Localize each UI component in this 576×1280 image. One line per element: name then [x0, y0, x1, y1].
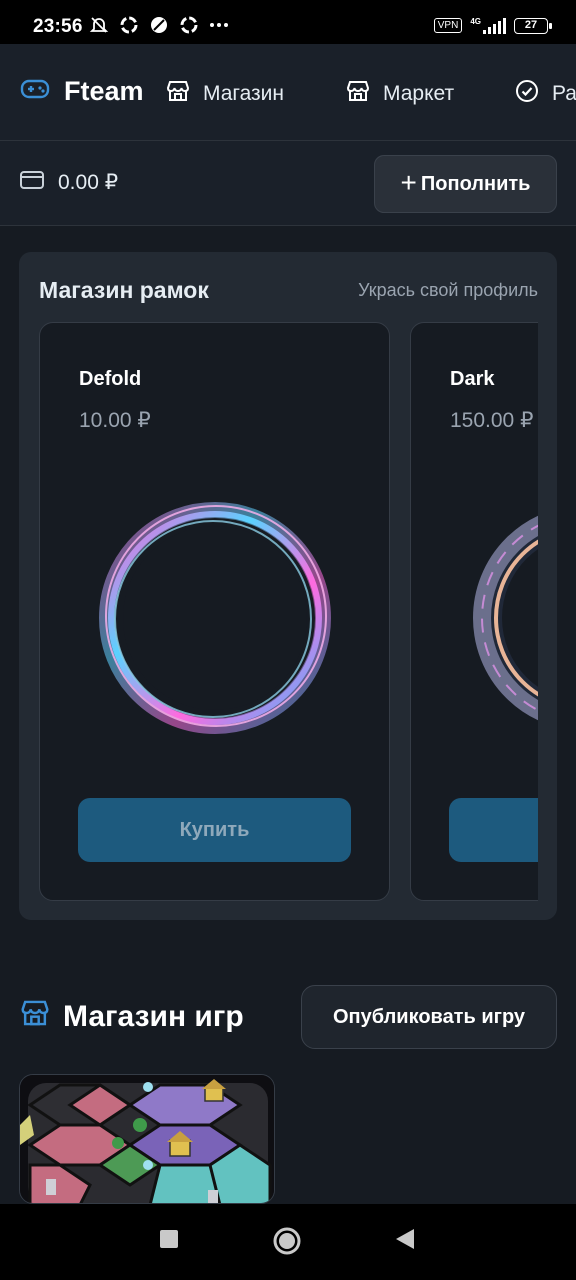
frame-preview-image: [99, 502, 331, 734]
frame-name: Dark: [450, 368, 495, 390]
brand-link[interactable]: Fteam: [20, 76, 144, 107]
nav-item-label: Маркет: [383, 82, 455, 105]
muted-bell-icon: [88, 15, 110, 40]
nav-item-shop[interactable]: Магазин: [165, 78, 284, 110]
nav-item-third[interactable]: Ра: [514, 78, 576, 110]
frame-card: Dark 150.00 ₽: [410, 322, 538, 901]
balance-amount: 0.00 ₽: [58, 171, 119, 194]
balance-bar: 0.00 ₽ + Пополнить: [0, 141, 576, 226]
plus-icon: +: [400, 166, 417, 198]
system-nav-bar: [0, 1204, 576, 1280]
credit-card-icon: [20, 170, 44, 195]
nav-item-label: Ра: [552, 82, 576, 105]
store-icon: [345, 78, 371, 110]
frames-shop: Магазин рамок Укрась свой профиль Defold…: [19, 252, 557, 920]
frame-name: Defold: [79, 368, 142, 390]
publish-game-button[interactable]: Опубликовать игру: [301, 985, 557, 1049]
game-card[interactable]: [19, 1074, 275, 1204]
compass-icon: [148, 15, 170, 40]
store-icon: [165, 78, 191, 110]
battery-icon: 27: [514, 17, 552, 34]
game-thumbnail-image: [20, 1075, 274, 1203]
section-subtitle: Укрась свой профиль: [358, 280, 538, 300]
recents-icon[interactable]: [158, 1228, 180, 1255]
nav-item-market[interactable]: Маркет: [345, 78, 454, 110]
top-nav: Fteam Магазин Маркет Ра: [0, 44, 576, 141]
games-title: Магазин игр: [19, 997, 244, 1037]
section-title: Магазин рамок: [39, 277, 209, 303]
balance-display: 0.00 ₽: [20, 170, 118, 195]
gamepad-icon: [20, 77, 50, 106]
nav-item-label: Магазин: [203, 82, 285, 105]
back-icon[interactable]: [394, 1228, 416, 1255]
frame-price: 10.00 ₽: [79, 409, 151, 432]
status-right: VPN 4G 27: [433, 17, 552, 34]
vpn-badge: VPN: [433, 18, 463, 33]
network-label: 4G: [470, 17, 481, 26]
frame-preview-image: [473, 515, 538, 721]
status-bar: 23:56 VPN 4G 27: [0, 0, 576, 44]
frame-price: 150.00 ₽: [450, 409, 534, 432]
home-icon[interactable]: [272, 1226, 302, 1261]
status-icons: [88, 15, 230, 40]
frames-carousel[interactable]: Defold 10.00 ₽ Купить Dark 150.00 ₽: [39, 322, 538, 901]
topup-button[interactable]: + Пополнить: [374, 155, 557, 213]
store-icon: [19, 997, 51, 1037]
signal-icon: [483, 18, 506, 34]
buy-button[interactable]: Купить: [78, 798, 351, 862]
games-title-text: Магазин игр: [63, 1000, 244, 1033]
brand-name: Fteam: [64, 76, 144, 106]
buy-button[interactable]: [449, 798, 538, 862]
more-icon: [208, 15, 230, 40]
badge-check-icon: [514, 78, 540, 110]
topup-label: Пополнить: [420, 172, 531, 195]
status-time: 23:56: [33, 16, 83, 37]
games-shop-header: Магазин игр Опубликовать игру: [19, 985, 557, 1049]
frame-card: Defold 10.00 ₽ Купить: [39, 322, 390, 901]
sync-icon: [118, 15, 140, 40]
sync-icon-2: [178, 15, 200, 40]
